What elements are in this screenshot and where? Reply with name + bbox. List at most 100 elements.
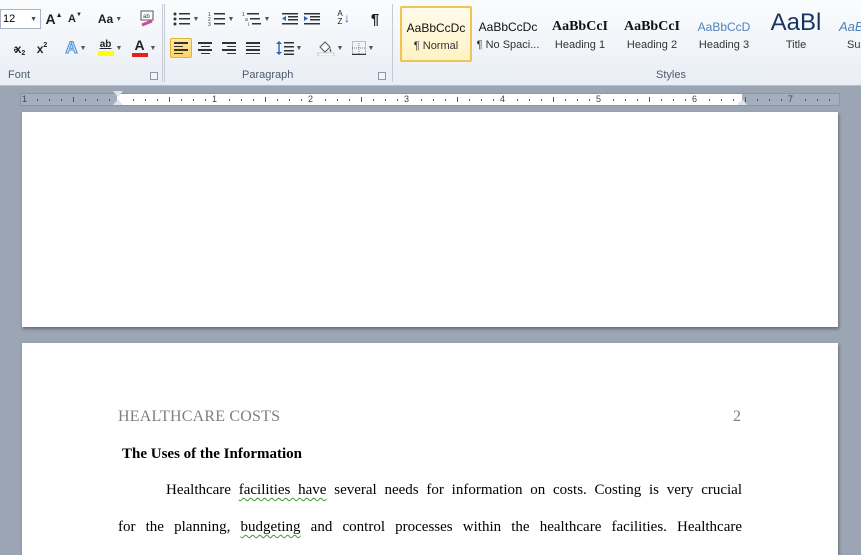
align-center-button[interactable] <box>194 38 216 58</box>
ruler-dot <box>301 99 302 101</box>
style-no-spacing[interactable]: AaBbCcDc ¶ No Spaci... <box>472 6 544 62</box>
grammar-flagged-text: facilities have <box>238 482 327 498</box>
ruler-dot <box>709 99 710 101</box>
ruler-dot <box>625 99 626 101</box>
styles-gallery: AaBbCcDc ¶ Normal AaBbCcDc ¶ No Spaci...… <box>398 4 861 64</box>
shading-dropdown-icon: ▼ <box>336 44 344 52</box>
line-spacing-button[interactable]: ▼ <box>274 38 304 58</box>
style-heading-1-label: Heading 1 <box>554 39 606 51</box>
ruler-dot <box>193 99 194 101</box>
ruler-half-tick <box>649 97 650 102</box>
style-heading-2-preview: AaBbCcI <box>623 19 680 34</box>
text-run: and control processes within the healthc… <box>300 519 743 535</box>
ruler-number: 6 <box>692 94 698 104</box>
shading-button[interactable]: ▼ <box>314 38 346 58</box>
section-heading: The Uses of the Information <box>122 446 302 462</box>
ruler-dot <box>385 99 386 101</box>
change-case-dropdown-icon: ▼ <box>115 15 123 23</box>
ruler-half-tick <box>265 97 266 102</box>
svg-text:ab: ab <box>143 14 150 20</box>
style-heading-3[interactable]: AaBbCcD Heading 3 <box>688 6 760 62</box>
ruler-number: 3 <box>404 94 410 104</box>
style-heading-1[interactable]: AaBbCcI Heading 1 <box>544 6 616 62</box>
text-effects-button[interactable]: A ▼ <box>62 38 90 58</box>
ruler-dot <box>685 99 686 101</box>
pilcrow-icon: ¶ <box>370 10 380 28</box>
change-case-button[interactable]: Aa ▼ <box>96 9 124 29</box>
style-title[interactable]: AaBl Title <box>760 6 832 62</box>
sort-arrow-icon: ↓ <box>344 11 350 25</box>
style-normal[interactable]: AaBbCcDc ¶ Normal <box>400 6 472 62</box>
ruler-dot <box>349 99 350 101</box>
ruler-half-tick <box>169 97 170 102</box>
ribbon-separator <box>392 4 393 82</box>
font-color-dropdown-icon: ▼ <box>149 44 157 52</box>
font-color-button[interactable]: A ▼ <box>128 38 160 58</box>
sort-button[interactable]: A Z ↓ <box>332 8 354 28</box>
right-indent-marker[interactable] <box>737 99 747 105</box>
ruler-dot <box>229 99 230 101</box>
bullets-button[interactable]: ▼ <box>170 9 202 29</box>
clear-formatting-button[interactable]: ab <box>136 8 158 28</box>
highlight-label: ab <box>99 39 112 50</box>
horizontal-ruler[interactable]: 1 1 2 3 4 5 6 7 <box>20 91 840 106</box>
highlight-button[interactable]: ab ▼ <box>94 38 126 58</box>
first-line-indent-marker[interactable] <box>113 91 123 97</box>
hanging-indent-marker[interactable] <box>113 99 123 105</box>
align-center-icon <box>198 42 212 54</box>
shading-bucket-icon <box>317 41 334 56</box>
document-page-2[interactable]: HEALTHCARE COSTS 2 The Uses of the Infor… <box>22 343 838 555</box>
style-title-label: Title <box>785 39 807 51</box>
highlight-color-bar <box>97 51 114 56</box>
shrink-font-button[interactable]: A ▼ <box>66 9 84 29</box>
style-no-spacing-label: ¶ No Spaci... <box>476 39 540 51</box>
multilevel-list-icon: 1 a i <box>242 12 261 26</box>
decrease-indent-button[interactable] <box>280 9 300 29</box>
ribbon: 12 ▼ A▲ A▼ Aa▼ ab ə x2 x2 A▼ ab ▼ A <box>0 0 861 86</box>
font-size-field[interactable]: 12 ▼ <box>0 9 41 29</box>
paragraph-group-label: Paragraph <box>242 69 294 81</box>
show-formatting-button[interactable]: ¶ <box>364 9 386 29</box>
style-subtitle-label: Su <box>847 39 861 51</box>
borders-icon <box>351 41 366 55</box>
ruler-dot <box>325 99 326 101</box>
ruler-dot <box>481 99 482 101</box>
style-heading-2[interactable]: AaBbCcI Heading 2 <box>616 6 688 62</box>
style-normal-label: ¶ Normal <box>413 40 459 52</box>
grow-font-label: A <box>45 11 56 27</box>
align-left-button[interactable] <box>170 38 192 58</box>
paragraph-dialog-launcher-icon[interactable] <box>378 72 386 80</box>
font-size-value: 12 <box>3 13 16 25</box>
ruler-dot <box>277 99 278 101</box>
styles-group-label: Styles <box>656 69 686 81</box>
style-subtitle[interactable]: AaBb Su <box>832 6 861 62</box>
ruler-dot <box>445 99 446 101</box>
ruler-dot <box>817 99 818 101</box>
line-spacing-dropdown-icon: ▼ <box>295 44 303 52</box>
justify-button[interactable] <box>242 38 264 58</box>
style-heading-3-preview: AaBbCcD <box>697 20 751 34</box>
ruler-dot <box>769 99 770 101</box>
ribbon-separator <box>164 4 165 82</box>
superscript-mark: 2 <box>43 42 48 49</box>
ruler-dot <box>637 99 638 101</box>
align-right-button[interactable] <box>218 38 240 58</box>
style-subtitle-preview: AaBb <box>839 19 861 34</box>
borders-button[interactable]: ▼ <box>348 38 378 58</box>
document-page-1[interactable] <box>22 112 838 327</box>
ruler-dot <box>49 99 50 101</box>
font-dialog-launcher-icon[interactable] <box>150 72 158 80</box>
text-run: several needs for information on costs. … <box>326 482 742 498</box>
ruler-dot <box>133 99 134 101</box>
font-size-dropdown-icon: ▼ <box>30 15 37 23</box>
ruler-dot <box>37 99 38 101</box>
numbering-button[interactable]: 1 2 3 ▼ <box>205 9 237 29</box>
superscript-button[interactable]: x2 <box>32 39 52 59</box>
style-heading-1-preview: AaBbCcI <box>551 19 608 34</box>
grow-font-button[interactable]: A ▲ <box>44 9 64 29</box>
font-color-label: A <box>134 37 145 53</box>
multilevel-list-button[interactable]: 1 a i ▼ <box>240 9 272 29</box>
subscript-button[interactable]: x2 <box>10 39 30 59</box>
increase-indent-button[interactable] <box>302 9 322 29</box>
justify-icon <box>246 42 260 54</box>
